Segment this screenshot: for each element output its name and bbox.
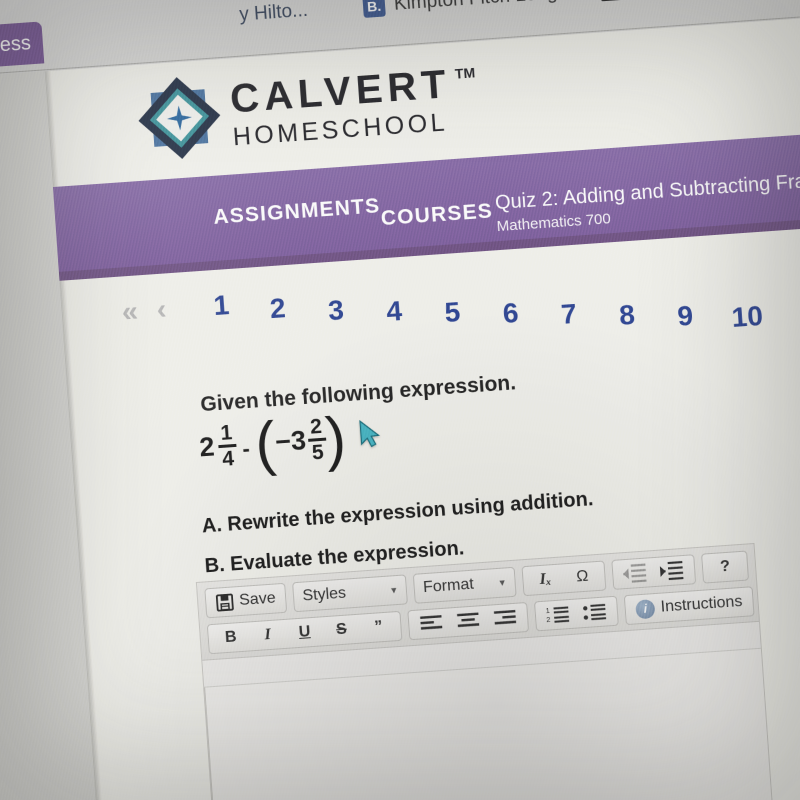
expr-term1-denominator: 4 <box>221 447 235 471</box>
expr-term1-whole: 2 <box>198 431 216 463</box>
blockquote-button[interactable]: ” <box>361 615 396 639</box>
list-group: 1 2 <box>534 595 619 632</box>
expr-operator: - <box>241 436 251 462</box>
italic-button[interactable]: I <box>250 623 285 647</box>
page-5[interactable]: 5 <box>444 296 462 329</box>
text-style-group: B I U S ” <box>206 610 403 655</box>
browser-window: ogress y Hilto... B. Kimpton Fitch Lodg.… <box>0 0 800 800</box>
chevron-down-icon: ▼ <box>497 577 507 588</box>
page-4[interactable]: 4 <box>385 295 403 328</box>
bullet-list-icon[interactable] <box>577 600 612 624</box>
chevron-left-icon[interactable]: ‹ <box>156 293 168 327</box>
format-tools-group: Iₓ Ω <box>521 560 607 597</box>
expr-term2-numerator: 2 <box>309 414 323 439</box>
screen-photo: ogress y Hilto... B. Kimpton Fitch Lodg.… <box>0 0 800 800</box>
calvert-diamond-logo-icon <box>138 77 221 159</box>
align-left-icon[interactable] <box>414 612 449 636</box>
save-group: Save <box>204 582 288 619</box>
page-8[interactable]: 8 <box>618 299 636 332</box>
bold-button[interactable]: B <box>213 626 248 650</box>
page-9[interactable]: 9 <box>676 300 694 333</box>
remove-format-button[interactable]: Iₓ <box>528 567 563 591</box>
styles-dropdown[interactable]: Styles ▼ <box>292 574 409 613</box>
double-chevron-left-icon[interactable]: « <box>121 295 139 329</box>
floppy-disk-icon <box>215 593 234 612</box>
expr-term1-numerator: 1 <box>219 421 234 445</box>
indent-group <box>611 554 697 590</box>
page-1[interactable]: 1 <box>213 289 231 322</box>
indent-icon[interactable] <box>654 559 689 583</box>
outdent-icon[interactable] <box>618 561 653 585</box>
format-dropdown-label: Format <box>422 575 475 597</box>
page-6[interactable]: 6 <box>502 297 520 330</box>
svg-text:1: 1 <box>545 606 550 615</box>
browser-tab-0-label: y Hilto... <box>238 0 309 26</box>
instructions-group: i Instructions <box>623 586 755 626</box>
page-2[interactable]: 2 <box>269 292 287 325</box>
underline-button[interactable]: U <box>287 620 322 644</box>
chevron-down-icon: ▼ <box>388 584 399 596</box>
browser-tab-0[interactable]: y Hilto... <box>238 0 310 38</box>
align-right-icon[interactable] <box>487 606 522 630</box>
brand-trademark: TM <box>454 63 476 82</box>
special-character-button[interactable]: Ω <box>565 565 600 589</box>
browser-tab-active-label: ogress <box>0 31 32 58</box>
strikethrough-button[interactable]: S <box>324 618 359 642</box>
save-button[interactable]: Save <box>211 587 282 614</box>
save-button-label: Save <box>238 589 277 610</box>
page-3[interactable]: 3 <box>327 294 345 327</box>
instructions-button[interactable]: i Instructions <box>630 591 748 621</box>
info-icon: i <box>635 598 656 619</box>
align-center-icon[interactable] <box>450 609 485 633</box>
expr-term2-denominator: 5 <box>311 440 325 465</box>
help-button[interactable]: ? <box>707 555 742 579</box>
alignment-group <box>407 601 530 641</box>
svg-text:2: 2 <box>546 615 551 624</box>
b-favicon: B. <box>362 0 386 18</box>
styles-dropdown-label: Styles <box>301 584 347 605</box>
page-7[interactable]: 7 <box>560 298 578 331</box>
mouse-pointer-icon <box>359 419 381 448</box>
rich-text-editor: Save Styles ▼ Format ▼ Iₓ Ω ? B I U S ” … <box>195 542 777 800</box>
help-group: ? <box>701 550 750 584</box>
format-dropdown[interactable]: Format ▼ <box>413 566 517 604</box>
editor-body[interactable] <box>204 647 776 800</box>
instructions-button-label: Instructions <box>660 592 743 616</box>
page-10[interactable]: 10 <box>731 300 764 334</box>
expr-close-paren: ) <box>323 404 348 473</box>
v-favicon: V <box>599 0 624 2</box>
numbered-list-icon[interactable]: 1 2 <box>540 603 575 627</box>
browser-tab-1-label: Kimpton Fitch Lodg... <box>393 0 574 16</box>
expr-term2-whole: −3 <box>274 425 308 458</box>
